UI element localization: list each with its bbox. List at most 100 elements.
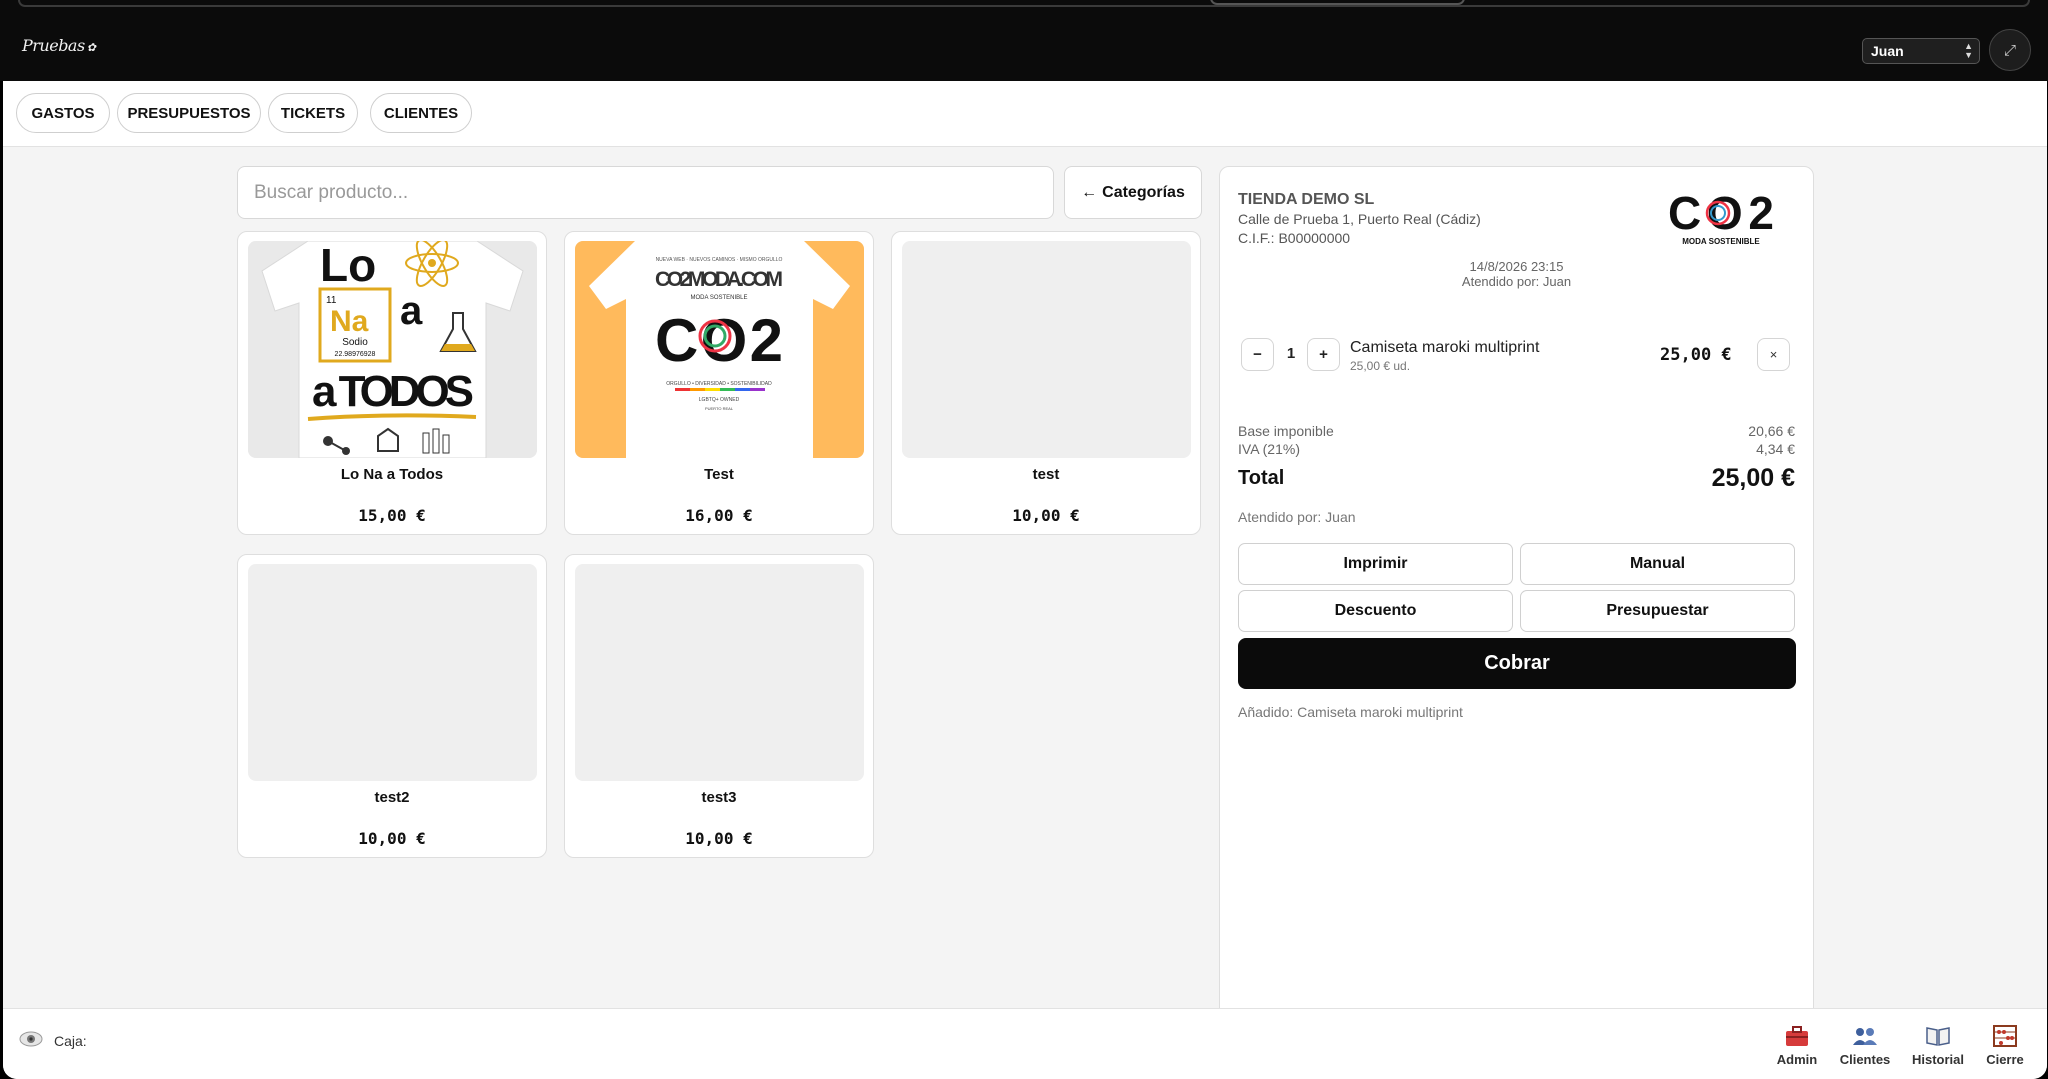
store-address: Calle de Prueba 1, Puerto Real (Cádiz) [1238, 211, 1481, 227]
art-bottom2: LGBTQ+ OWNED [699, 397, 740, 403]
book-icon [1926, 1027, 1950, 1046]
footer-cierre-button[interactable]: Cierre [1973, 1025, 2037, 1067]
discount-button[interactable]: Descuento [1238, 590, 1513, 632]
bottom-bar: Caja: Admin Clientes Historial Cierre [3, 1008, 2047, 1079]
product-image: NUEVA WEB · NUEVOS CAMINOS · MISMO ORGUL… [575, 241, 864, 458]
footer-clientes-button[interactable]: Clientes [1833, 1025, 1897, 1067]
tshirt-co2moda-image: NUEVA WEB · NUEVOS CAMINOS · MISMO ORGUL… [575, 241, 864, 458]
product-name: Lo Na a Todos [340, 466, 444, 483]
store-name: TIENDA DEMO SL [1238, 191, 1375, 208]
qty-increase-button[interactable]: + [1307, 338, 1340, 371]
ticket-panel: TIENDA DEMO SL Calle de Prueba 1, Puerto… [1219, 166, 1814, 1079]
footer-cierre-label: Cierre [1986, 1052, 2024, 1067]
brand-mark-icon: ✿ [86, 41, 96, 54]
art-big: CO2 [655, 307, 783, 374]
base-value: 20,66 € [1748, 423, 1795, 439]
categories-button-label: Categorías [1102, 183, 1185, 201]
art-top-small: NUEVA WEB · NUEVOS CAMINOS · MISMO ORGUL… [656, 257, 783, 263]
product-image-placeholder [248, 564, 537, 781]
product-card[interactable]: Lo 11 Na Sodio 22.98976928 a a TODOS Lo … [237, 231, 547, 535]
product-search-input[interactable] [237, 166, 1054, 219]
product-card[interactable]: NUEVA WEB · NUEVOS CAMINOS · MISMO ORGUL… [564, 231, 874, 535]
footer-clientes-label: Clientes [1839, 1052, 1891, 1067]
fullscreen-button[interactable]: ⤢ [1989, 29, 2031, 71]
footer-historial-label: Historial [1911, 1052, 1964, 1067]
art-line2: a [400, 289, 423, 333]
top-nav: GASTOS PRESUPUESTOS TICKETS CLIENTES [3, 81, 2047, 147]
brand-logo: Pruebas ✿ [22, 36, 96, 55]
categories-button[interactable]: ← Categorías [1064, 166, 1202, 219]
tshirt-lo-na-image: Lo 11 Na Sodio 22.98976928 a a TODOS [248, 241, 537, 458]
toolbox-icon [1786, 1026, 1808, 1046]
added-message: Añadido: Camiseta maroki multiprint [1238, 704, 1463, 720]
store-cif: C.I.F.: B00000000 [1238, 230, 1351, 246]
remove-line-button[interactable]: × [1757, 338, 1790, 371]
product-price: 15,00 € [358, 506, 426, 525]
print-button[interactable]: Imprimir [1238, 543, 1513, 585]
select-arrows-icon: ▲ ▼ [1964, 41, 1973, 60]
quote-button[interactable]: Presupuestar [1520, 590, 1795, 632]
iva-value: 4,34 € [1756, 441, 1795, 457]
product-image-placeholder [575, 564, 864, 781]
line-item-name: Camiseta maroki multiprint [1350, 339, 1540, 356]
ticket-attended-by: Atendido por: Juan [1461, 274, 1572, 289]
iva-label: IVA (21%) [1238, 441, 1300, 457]
total-value: 25,00 € [1711, 464, 1795, 492]
eye-icon[interactable] [18, 1030, 44, 1048]
store-logo-subtext: MODA SOSTENIBLE [1682, 237, 1760, 246]
art-line1: Lo [320, 241, 376, 291]
app-header: Pruebas ✿ Juan ▲ ▼ ⤢ [0, 0, 2048, 81]
product-price: 10,00 € [685, 829, 753, 848]
line-item-price: 25,00 € [1660, 345, 1732, 365]
minus-icon: − [1253, 346, 1262, 363]
product-name: test [1032, 466, 1060, 483]
product-card[interactable]: test3 10,00 € [564, 554, 874, 858]
user-select[interactable]: Juan ▲ ▼ [1862, 38, 1980, 64]
window-notch [1210, 0, 1465, 5]
manual-button[interactable]: Manual [1520, 543, 1795, 585]
co2-store-logo: CO2 MODA SOSTENIBLE [1668, 187, 1774, 246]
nav-gastos-button[interactable]: GASTOS [16, 93, 110, 133]
qty-decrease-button[interactable]: − [1241, 338, 1274, 371]
product-price: 10,00 € [358, 829, 426, 848]
expand-icon: ⤢ [2003, 41, 2016, 59]
product-price: 10,00 € [1012, 506, 1080, 525]
product-card[interactable]: test2 10,00 € [237, 554, 547, 858]
art-symbol: Na [330, 305, 369, 338]
product-name: test3 [701, 789, 737, 806]
art-site: CO2MODA.COM [655, 268, 783, 291]
product-image: Lo 11 Na Sodio 22.98976928 a a TODOS [248, 241, 537, 458]
art-bottom: ORGULLO • DIVERSIDAD • SOSTENIBILIDAD [666, 381, 772, 387]
footer-admin-label: Admin [1776, 1052, 1818, 1067]
nav-tickets-button[interactable]: TICKETS [268, 93, 358, 133]
arrow-left-icon: ← [1081, 183, 1098, 201]
total-label: Total [1238, 467, 1285, 489]
footer-admin-button[interactable]: Admin [1765, 1025, 1829, 1067]
product-card[interactable]: test 10,00 € [891, 231, 1201, 535]
base-label: Base imponible [1238, 423, 1334, 439]
product-price: 16,00 € [685, 506, 753, 525]
ticket-attended-by-bottom: Atendido por: Juan [1238, 509, 1356, 525]
user-select-value: Juan [1871, 43, 1904, 59]
art-place: PUERTO REAL [705, 406, 734, 411]
art-element-mass: 22.98976928 [335, 351, 376, 358]
product-name: test2 [374, 789, 410, 806]
brand-logo-text: Pruebas [22, 36, 85, 55]
charge-button[interactable]: Cobrar [1238, 638, 1796, 689]
nav-clientes-button[interactable]: CLIENTES [370, 93, 472, 133]
art-sub: MODA SOSTENIBLE [690, 295, 747, 301]
abacus-icon [1993, 1025, 2017, 1047]
footer-historial-button[interactable]: Historial [1906, 1025, 1970, 1067]
caja-label: Caja: [54, 1033, 87, 1049]
ticket-datetime: 14/8/2026 23:15 [1469, 259, 1564, 274]
nav-presupuestos-button[interactable]: PRESUPUESTOS [117, 93, 261, 133]
art-line3: a TODOS [312, 367, 474, 416]
close-icon: × [1769, 347, 1778, 362]
users-icon [1853, 1028, 1877, 1045]
art-element-name: Sodio [342, 337, 368, 348]
store-logo-text: CO2 [1668, 187, 1774, 239]
product-name: Test [704, 466, 734, 483]
qty-value: 1 [1286, 345, 1296, 362]
window-top-frame [18, 0, 2030, 7]
product-image-placeholder [902, 241, 1191, 458]
